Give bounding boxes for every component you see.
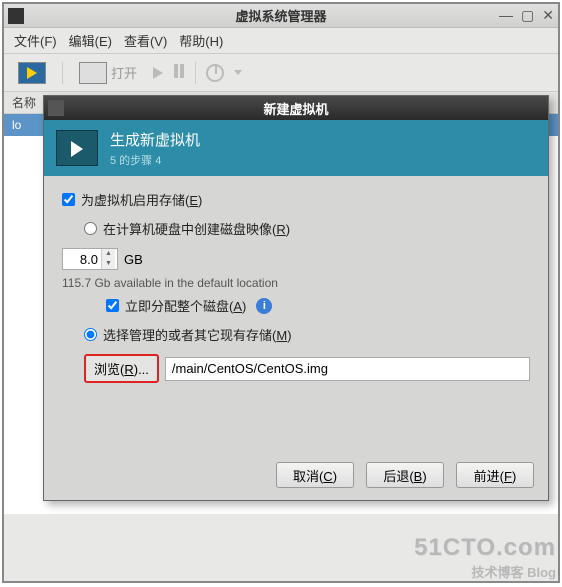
watermark-line2: 技术博客 Blog — [414, 562, 556, 581]
menubar: 文件(F) 编辑(E) 查看(V) 帮助(H) — [4, 28, 558, 54]
power-icon[interactable] — [206, 64, 224, 82]
wizard-icon — [56, 130, 98, 166]
dialog-title: 新建虚拟机 — [263, 99, 328, 118]
column-name: 名称 — [12, 94, 36, 111]
new-vm-button[interactable] — [12, 59, 52, 87]
dropdown-icon[interactable] — [234, 70, 242, 75]
select-managed-row: 选择管理的或者其它现有存储(M) — [84, 325, 530, 344]
enable-storage-label: 为虚拟机启用存储(E) — [81, 190, 202, 209]
menu-edit[interactable]: 编辑(E) — [69, 31, 112, 50]
dialog-icon — [48, 100, 64, 116]
main-title: 虚拟系统管理器 — [235, 6, 326, 25]
size-unit: GB — [124, 252, 143, 267]
dialog-titlebar: 新建虚拟机 — [44, 96, 548, 120]
open-button[interactable]: 打开 — [73, 59, 143, 87]
watermark-line1: 51CTO.com — [414, 534, 556, 562]
size-up-icon[interactable]: ▲ — [102, 249, 115, 259]
menu-view[interactable]: 查看(V) — [124, 31, 167, 50]
allocate-checkbox[interactable] — [106, 299, 119, 312]
back-button[interactable]: 后退(B) — [366, 462, 444, 488]
separator — [195, 62, 196, 84]
info-icon[interactable]: i — [256, 298, 272, 314]
wizard-title: 生成新虚拟机 — [110, 129, 200, 150]
size-spinbox[interactable]: ▲▼ — [62, 248, 118, 270]
new-vm-icon — [18, 62, 46, 84]
row-label: lo — [12, 118, 21, 132]
separator — [62, 62, 63, 84]
cancel-button[interactable]: 取消(C) — [276, 462, 354, 488]
allocate-label: 立即分配整个磁盘(A) — [125, 296, 246, 315]
browse-button[interactable]: 浏览(R)... — [84, 354, 159, 383]
create-disk-radio[interactable] — [84, 222, 97, 235]
menu-file[interactable]: 文件(F) — [14, 31, 57, 50]
app-icon — [8, 8, 24, 24]
dialog-header: 生成新虚拟机 5 的步骤 4 — [44, 120, 548, 176]
monitor-icon — [79, 62, 107, 84]
available-label: 115.7 Gb available in the default locati… — [62, 276, 530, 290]
size-row: ▲▼ GB — [62, 248, 530, 270]
watermark: 51CTO.com 技术博客 Blog — [414, 534, 556, 581]
path-input[interactable] — [165, 357, 530, 381]
create-disk-label: 在计算机硬盘中创建磁盘映像(R) — [103, 219, 290, 238]
toolbar: 打开 — [4, 54, 558, 92]
main-titlebar: 虚拟系统管理器 — ▢ ✕ — [4, 4, 558, 28]
new-vm-dialog: 新建虚拟机 生成新虚拟机 5 的步骤 4 为虚拟机启用存储(E) 在计算机硬盘中… — [43, 95, 549, 501]
menu-help[interactable]: 帮助(H) — [179, 31, 223, 50]
maximize-button[interactable]: ▢ — [521, 7, 534, 24]
play-icon[interactable] — [153, 67, 163, 79]
forward-button[interactable]: 前进(F) — [456, 462, 534, 488]
dialog-footer: 取消(C) 后退(B) 前进(F) — [276, 462, 534, 488]
enable-storage-checkbox[interactable] — [62, 193, 75, 206]
pause-icon[interactable] — [173, 64, 185, 81]
select-managed-label: 选择管理的或者其它现有存储(M) — [103, 325, 292, 344]
minimize-button[interactable]: — — [499, 7, 513, 24]
enable-storage-row: 为虚拟机启用存储(E) — [62, 190, 530, 209]
size-input[interactable] — [63, 249, 101, 269]
create-disk-row: 在计算机硬盘中创建磁盘映像(R) — [84, 219, 530, 238]
wizard-step: 5 的步骤 4 — [110, 152, 200, 168]
open-label: 打开 — [111, 63, 137, 82]
dialog-body: 为虚拟机启用存储(E) 在计算机硬盘中创建磁盘映像(R) ▲▼ GB 115.7… — [44, 176, 548, 393]
browse-row: 浏览(R)... — [84, 354, 530, 383]
close-button[interactable]: ✕ — [542, 7, 554, 24]
allocate-row: 立即分配整个磁盘(A) i — [106, 296, 530, 315]
size-down-icon[interactable]: ▼ — [102, 259, 115, 269]
select-managed-radio[interactable] — [84, 328, 97, 341]
